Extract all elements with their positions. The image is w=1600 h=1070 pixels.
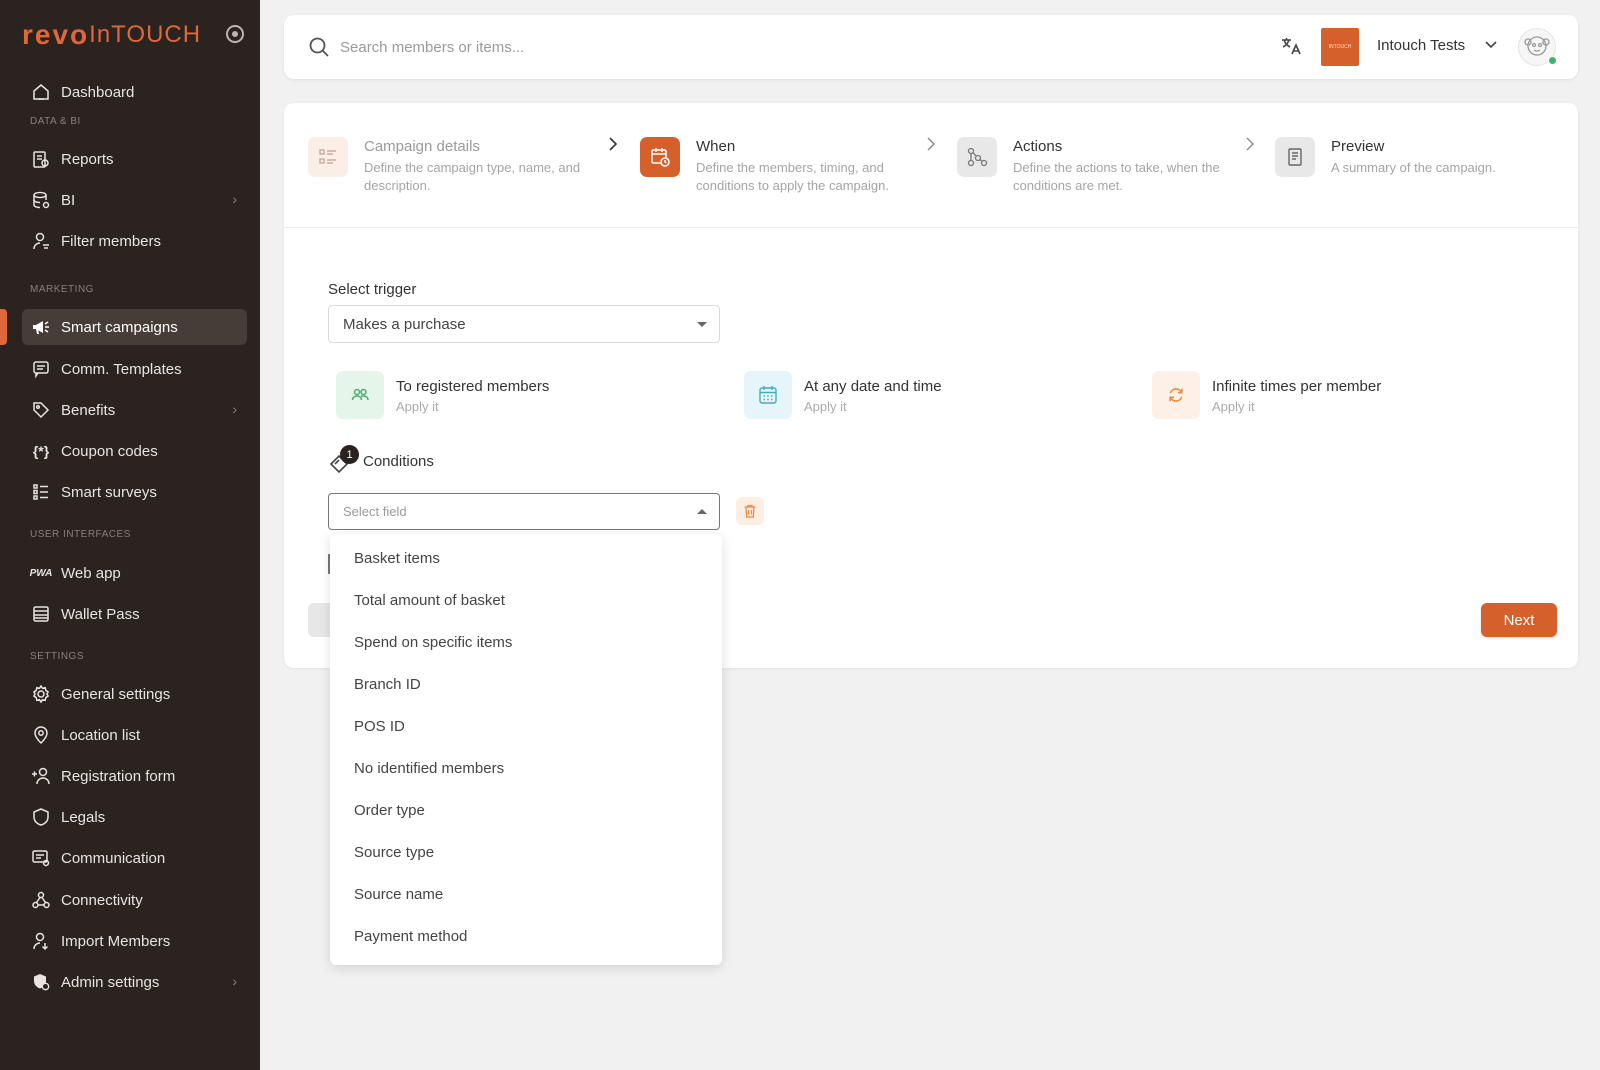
sidebar-item-coupon-codes[interactable]: {*} Coupon codes: [22, 433, 247, 469]
trigger-select[interactable]: Makes a purchase: [328, 305, 720, 343]
dropdown-option-source-type[interactable]: Source type: [330, 832, 722, 872]
dropdown-option-spend-specific[interactable]: Spend on specific items: [330, 622, 722, 662]
translate-icon[interactable]: [1280, 35, 1302, 62]
megaphone-icon: [30, 316, 52, 338]
report-icon: [30, 148, 52, 170]
user-plus-icon: [30, 765, 52, 787]
dropdown-option-no-identified[interactable]: No identified members: [330, 748, 722, 788]
sidebar-item-filter-members[interactable]: Filter members: [22, 223, 247, 259]
sidebar-item-bi[interactable]: BI ›: [22, 182, 247, 218]
chevron-right-icon: [607, 137, 619, 154]
chevron-right-icon: ›: [232, 973, 237, 989]
preview-document-icon: [1275, 137, 1315, 177]
option-any-date-time[interactable]: At any date and time Apply it: [744, 371, 1124, 421]
chevron-right-icon: [925, 137, 937, 154]
next-button[interactable]: Next: [1481, 603, 1557, 637]
sidebar-item-benefits[interactable]: Benefits ›: [22, 392, 247, 428]
caret-down-icon: [697, 322, 707, 327]
dropdown-option-payment-method[interactable]: Payment method: [330, 916, 722, 956]
option-infinite-times[interactable]: Infinite times per member Apply it: [1152, 371, 1532, 421]
collapse-sidebar-icon[interactable]: [226, 25, 244, 43]
tag-icon: [30, 399, 52, 421]
option-registered-members[interactable]: To registered members Apply it: [336, 371, 716, 421]
active-indicator: [0, 309, 7, 345]
sidebar-item-web-app[interactable]: PWA Web app: [22, 555, 247, 591]
sidebar-item-reports[interactable]: Reports: [22, 141, 247, 177]
delete-condition-button[interactable]: [736, 497, 764, 525]
field-dropdown-menu: Basket items Total amount of basket Spen…: [330, 534, 722, 965]
sidebar-item-communication[interactable]: Communication: [22, 840, 247, 876]
sidebar-item-connectivity[interactable]: Connectivity: [22, 882, 247, 918]
gear-icon: [30, 683, 52, 705]
location-icon: [30, 724, 52, 746]
sidebar-item-admin-settings[interactable]: Admin settings ›: [22, 964, 247, 1000]
sidebar-item-smart-campaigns[interactable]: Smart campaigns: [22, 309, 247, 345]
brand-logo[interactable]: revo InTOUCH: [22, 18, 201, 52]
sidebar-item-dashboard[interactable]: Dashboard: [22, 74, 247, 110]
brand-logo-box: INTOUCH: [1321, 28, 1359, 66]
dropdown-option-source-name[interactable]: Source name: [330, 874, 722, 914]
message-icon: [30, 358, 52, 380]
conditions-label: Conditions: [363, 453, 434, 470]
webhook-icon: [30, 889, 52, 911]
back-button[interactable]: [308, 603, 330, 637]
import-user-icon: [30, 930, 52, 952]
caret-up-icon: [697, 509, 707, 514]
condition-field-select[interactable]: Select field: [328, 493, 720, 530]
wizard-steps: Campaign details Define the campaign typ…: [284, 103, 1578, 228]
home-icon: [30, 81, 52, 103]
online-status-dot: [1548, 56, 1557, 65]
pwa-icon: PWA: [29, 567, 53, 579]
admin-icon: [30, 971, 52, 993]
user-filter-icon: [30, 230, 52, 252]
section-settings: SETTINGS: [30, 651, 85, 662]
search-icon: [308, 36, 330, 63]
select-trigger-label: Select trigger: [328, 281, 417, 298]
dropdown-option-pos-id[interactable]: POS ID: [330, 706, 722, 746]
calendar-clock-icon: [640, 137, 680, 177]
sidebar-item-smart-surveys[interactable]: Smart surveys: [22, 474, 247, 510]
details-list-icon: [308, 137, 348, 177]
chevron-right-icon: ›: [232, 191, 237, 207]
sidebar-item-legals[interactable]: Legals: [22, 799, 247, 835]
search-input[interactable]: [340, 33, 940, 61]
section-data-bi: DATA & BI: [30, 116, 81, 127]
top-bar: INTOUCH Intouch Tests: [284, 15, 1578, 79]
sidebar: revo InTOUCH Dashboard DATA & BI Reports …: [0, 0, 260, 1070]
shield-icon: [30, 806, 52, 828]
refresh-icon: [1152, 371, 1200, 419]
conditions-count-badge: 1: [340, 445, 359, 464]
sidebar-item-comm-templates[interactable]: Comm. Templates: [22, 351, 247, 387]
sidebar-item-location-list[interactable]: Location list: [22, 717, 247, 753]
chevron-right-icon: [1244, 137, 1256, 154]
calendar-icon: [744, 371, 792, 419]
dropdown-option-total-amount[interactable]: Total amount of basket: [330, 580, 722, 620]
coupon-icon: {*}: [32, 443, 50, 459]
dropdown-option-order-type[interactable]: Order type: [330, 790, 722, 830]
sidebar-item-general-settings[interactable]: General settings: [22, 676, 247, 712]
section-marketing: MARKETING: [30, 284, 94, 295]
wallet-icon: [30, 603, 52, 625]
dropdown-option-basket-items[interactable]: Basket items: [330, 538, 722, 578]
sidebar-item-wallet-pass[interactable]: Wallet Pass: [22, 596, 247, 632]
section-user-interfaces: USER INTERFACES: [30, 529, 131, 540]
chevron-right-icon: ›: [232, 401, 237, 417]
database-icon: [30, 189, 52, 211]
sidebar-item-import-members[interactable]: Import Members: [22, 923, 247, 959]
communication-icon: [30, 847, 52, 869]
actions-flow-icon: [957, 137, 997, 177]
sidebar-item-registration-form[interactable]: Registration form: [22, 758, 247, 794]
dropdown-option-branch-id[interactable]: Branch ID: [330, 664, 722, 704]
users-icon: [336, 371, 384, 419]
list-icon: [30, 481, 52, 503]
chevron-down-icon[interactable]: [1484, 37, 1498, 56]
account-name[interactable]: Intouch Tests: [1377, 37, 1465, 54]
